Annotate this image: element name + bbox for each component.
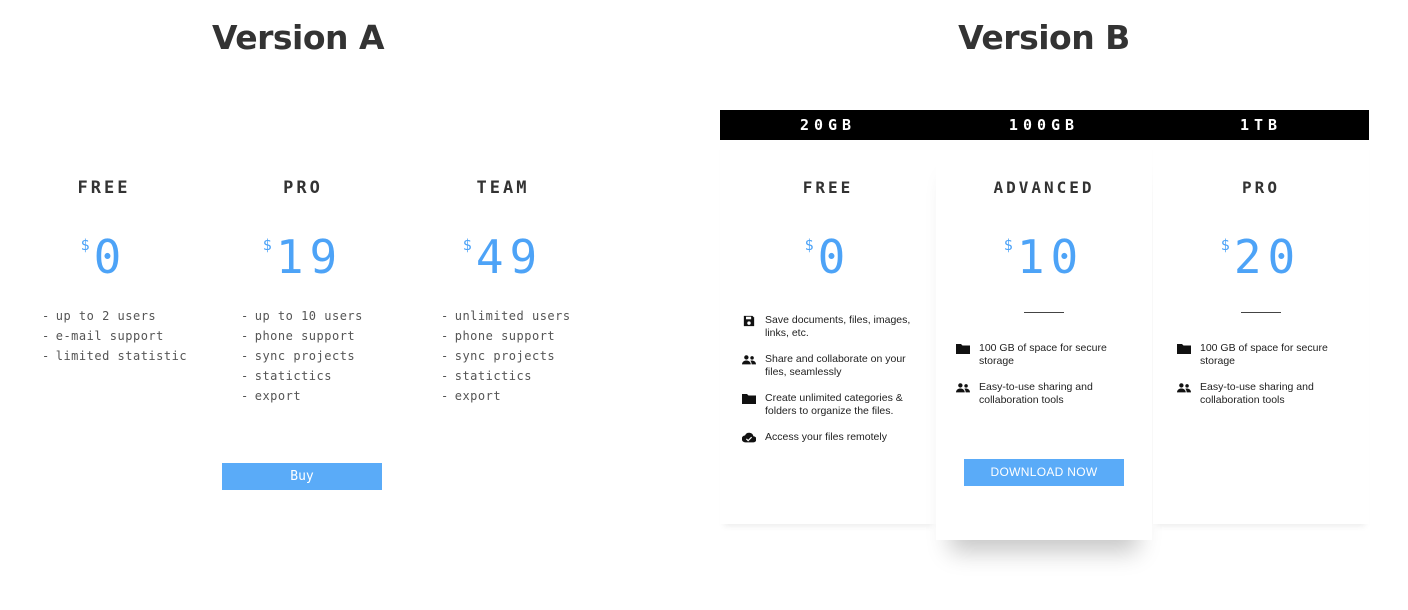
plan-price: $20	[1153, 230, 1369, 284]
price-amount: 0	[93, 230, 128, 284]
plan-price: $0	[720, 230, 936, 284]
feature-list: - unlimited users - phone support - sync pr…	[441, 306, 603, 406]
version-a-title: Version A	[211, 18, 385, 57]
feature-item: Share and collaborate on your files, sea…	[742, 353, 922, 379]
capacity-bar: 20GB 100GB 1TB	[720, 110, 1369, 140]
cloud-check-icon	[742, 432, 756, 443]
divider	[1241, 312, 1281, 313]
feature-item: - up to 2 users	[42, 309, 157, 323]
people-icon	[742, 355, 756, 365]
feature-list: 100 GB of space for secure storage Easy-…	[1177, 342, 1357, 420]
plan-card-free: FREE $0 Save documents, files, images, l…	[720, 140, 936, 524]
feature-list: - up to 10 users - phone support - sync pro…	[241, 306, 403, 406]
currency-symbol: $	[262, 236, 272, 254]
feature-item: Create unlimited categories & folders to…	[742, 392, 922, 418]
people-icon	[1177, 383, 1191, 393]
currency-symbol: $	[1003, 236, 1013, 254]
feature-list: 100 GB of space for secure storage Easy-…	[956, 342, 1136, 420]
feature-item: Easy-to-use sharing and collaboration to…	[1177, 381, 1357, 407]
feature-list: Save documents, files, images, links, et…	[742, 314, 922, 457]
plan-price: $19	[203, 230, 403, 284]
plan-price: $10	[936, 230, 1152, 284]
people-icon	[956, 383, 970, 393]
feature-item: Easy-to-use sharing and collaboration to…	[956, 381, 1136, 407]
plan-name: FREE	[802, 178, 854, 197]
price-amount: 49	[475, 230, 544, 284]
currency-symbol: $	[80, 236, 90, 254]
currency-symbol: $	[804, 236, 814, 254]
folder-icon	[742, 394, 756, 404]
plan-card-free: FREE $0 - up to 2 users - e-mail support -…	[4, 178, 204, 366]
feature-item: - e-mail support	[42, 329, 164, 343]
plan-name: PRO	[283, 178, 323, 198]
plan-card-pro: PRO $19 - up to 10 users - phone support -…	[203, 178, 403, 406]
currency-symbol: $	[462, 236, 472, 254]
save-icon	[743, 315, 755, 327]
folder-icon	[956, 344, 970, 354]
feature-item: Save documents, files, images, links, et…	[742, 314, 922, 340]
plan-card-team: TEAM $49 - unlimited users - phone support…	[403, 178, 603, 406]
plan-price: $0	[4, 230, 204, 284]
capacity-label: 20GB	[799, 116, 857, 134]
feature-item: 100 GB of space for secure storage	[956, 342, 1136, 368]
feature-item: - unlimited users	[441, 309, 571, 323]
feature-item: - statictics	[241, 369, 332, 383]
capacity-label: 1TB	[1239, 116, 1283, 134]
feature-item: - sync projects	[441, 349, 556, 363]
feature-item: - up to 10 users	[241, 309, 363, 323]
feature-item: - export	[441, 389, 502, 403]
plan-name: TEAM	[476, 178, 530, 198]
feature-item: - sync projects	[241, 349, 356, 363]
download-now-button[interactable]: DOWNLOAD NOW	[964, 459, 1124, 486]
plan-price: $49	[403, 230, 603, 284]
price-amount: 0	[817, 230, 852, 284]
feature-list: - up to 2 users - e-mail support - limited …	[42, 306, 204, 366]
feature-item: - export	[241, 389, 302, 403]
currency-symbol: $	[1220, 236, 1230, 254]
version-b-title: Version B	[958, 18, 1130, 57]
price-amount: 20	[1233, 230, 1302, 284]
capacity-label: 100GB	[1008, 116, 1080, 134]
folder-icon	[1177, 344, 1191, 354]
divider	[1024, 312, 1064, 313]
plan-name: PRO	[1242, 178, 1280, 197]
plan-name: ADVANCED	[993, 178, 1095, 197]
feature-item: 100 GB of space for secure storage	[1177, 342, 1357, 368]
plan-card-pro: PRO $20 100 GB of space for secure stora…	[1153, 140, 1369, 524]
feature-item: Access your files remotely	[742, 431, 922, 444]
price-amount: 10	[1016, 230, 1085, 284]
plan-name: FREE	[77, 178, 131, 198]
feature-item: - statictics	[441, 369, 532, 383]
plan-card-advanced: ADVANCED $10 100 GB of space for secure …	[936, 140, 1152, 540]
buy-button[interactable]: Buy	[222, 463, 382, 490]
feature-item: - phone support	[241, 329, 356, 343]
feature-item: - limited statistic	[42, 349, 188, 363]
feature-item: - phone support	[441, 329, 556, 343]
price-amount: 19	[275, 230, 344, 284]
